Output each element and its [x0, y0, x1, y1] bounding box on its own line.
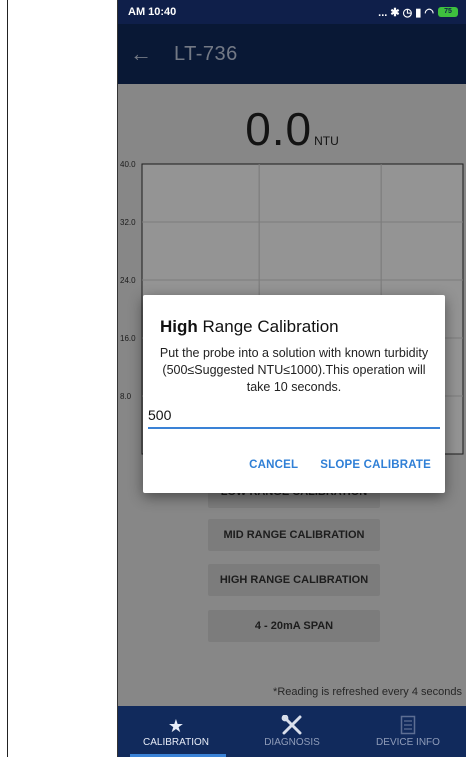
- tools-icon: [281, 714, 303, 737]
- dialog-title-b: Range Calibration: [202, 317, 339, 336]
- status-icon-glyphs: ... ✱ ◷ ▮ ◠: [378, 6, 434, 19]
- cancel-button[interactable]: CANCEL: [249, 459, 298, 471]
- nav-label-device-info: DEVICE INFO: [376, 737, 440, 748]
- frame-left: [0, 0, 8, 757]
- status-icons: ... ✱ ◷ ▮ ◠ 75: [378, 6, 458, 19]
- star-icon: ★: [167, 716, 185, 736]
- status-time: AM 10:40: [128, 6, 177, 18]
- ntu-value-input[interactable]: [148, 403, 440, 429]
- dialog-title-a: High: [160, 317, 198, 336]
- dialog-message: Put the probe into a solution with known…: [159, 346, 429, 394]
- nav-item-diagnosis[interactable]: DIAGNOSIS: [234, 706, 350, 757]
- nav-label-diagnosis: DIAGNOSIS: [264, 737, 320, 748]
- slope-calibrate-button[interactable]: SLOPE CALIBRATE: [320, 459, 431, 471]
- battery-icon: 75: [438, 7, 458, 17]
- document-icon: [400, 715, 416, 737]
- nav-item-calibration[interactable]: ★ CALIBRATION: [118, 706, 234, 757]
- bottom-navigation: ★ CALIBRATION DIAGNOSIS DEVICE INFO: [118, 706, 466, 757]
- dialog-actions: CANCEL SLOPE CALIBRATE: [249, 459, 431, 471]
- status-bar: AM 10:40 ... ✱ ◷ ▮ ◠ 75: [118, 0, 466, 24]
- calibration-dialog: High Range Calibration Put the probe int…: [143, 295, 445, 493]
- nav-item-device-info[interactable]: DEVICE INFO: [350, 706, 466, 757]
- dialog-title: High Range Calibration: [160, 317, 339, 337]
- nav-label-calibration: CALIBRATION: [143, 737, 209, 748]
